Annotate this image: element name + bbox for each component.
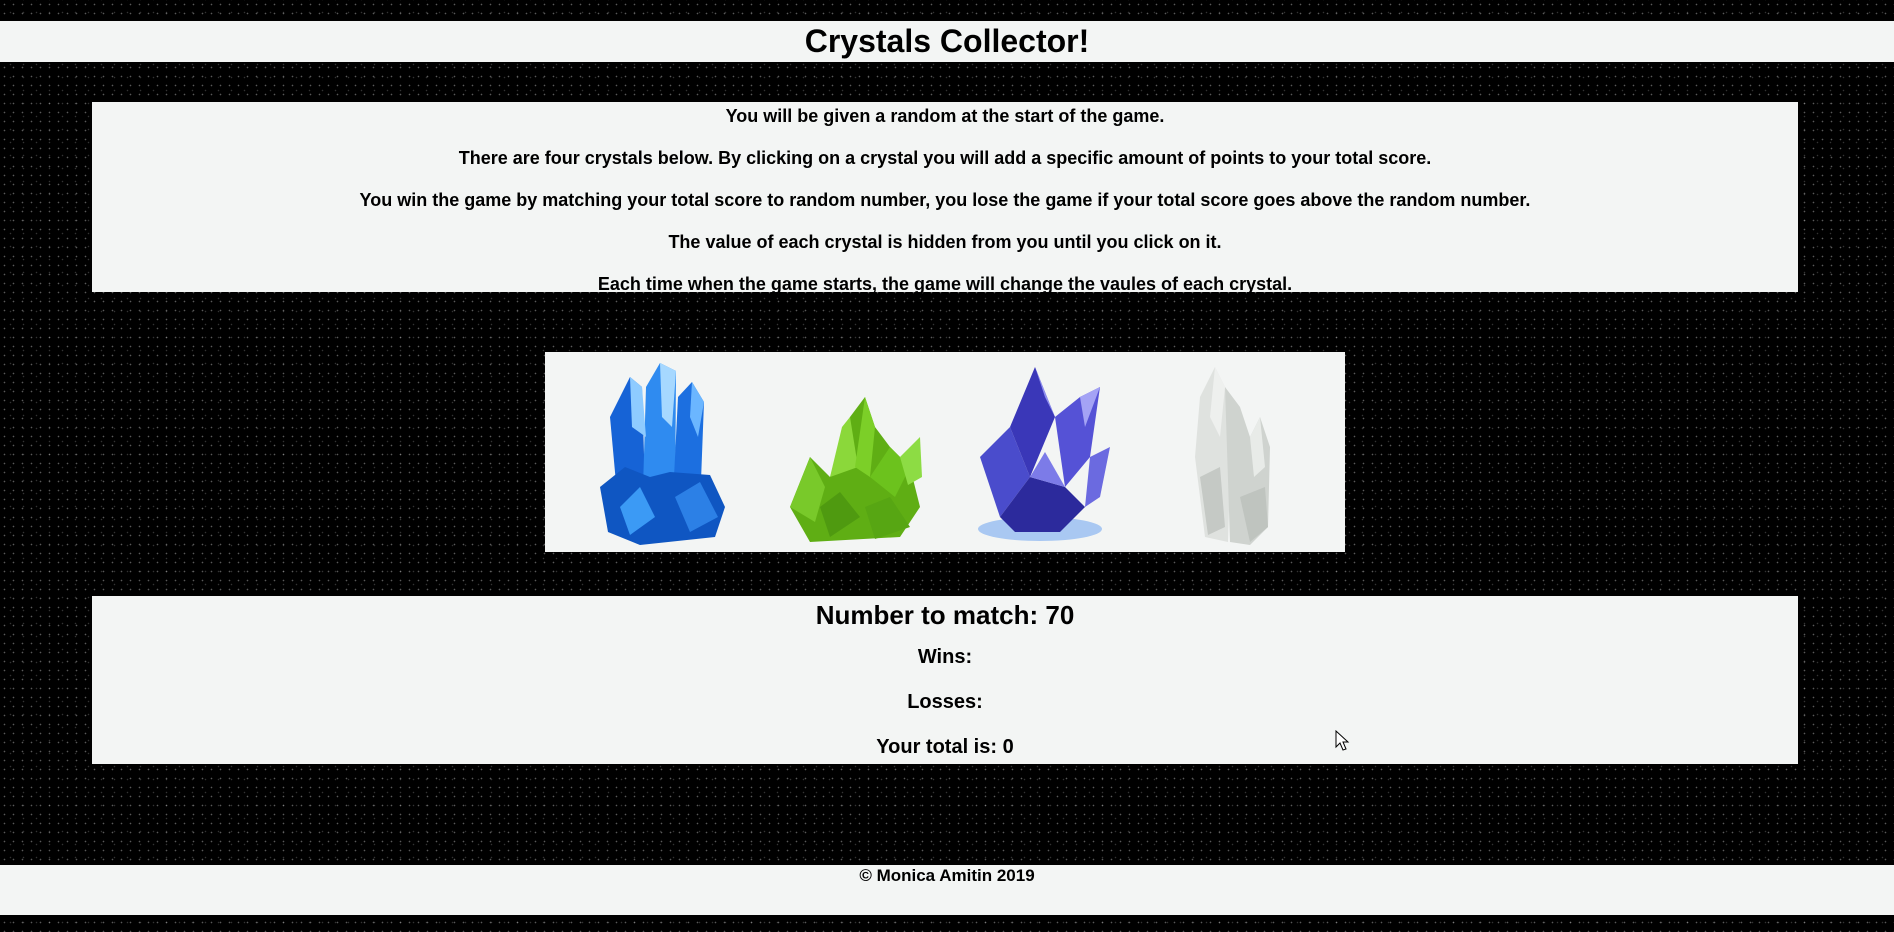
blue-crystal-icon (600, 363, 725, 545)
green-crystal-icon (790, 397, 922, 542)
losses-label: Losses: (907, 690, 983, 713)
purple-crystal-icon (978, 367, 1110, 541)
instruction-line: Each time when the game starts, the game… (597, 274, 1293, 294)
wins-label: Wins: (917, 645, 973, 668)
green-crystal-button[interactable] (770, 357, 930, 547)
crystals-panel (545, 352, 1345, 552)
mouse-cursor-icon (1335, 730, 1350, 751)
copyright-text: © Monica Amitin 2019 (859, 866, 1035, 885)
instructions-panel: You will be given a random at the start … (92, 102, 1798, 294)
blue-crystal-button[interactable] (580, 357, 740, 547)
instruction-line: There are four crystals below. By clicki… (458, 148, 1432, 168)
instruction-line: You win the game by matching your total … (359, 190, 1531, 210)
instruction-line: The value of each crystal is hidden from… (668, 232, 1222, 252)
footer-bar: © Monica Amitin 2019 (0, 865, 1894, 915)
purple-crystal-button[interactable] (960, 357, 1120, 547)
header-bar: Crystals Collector! (0, 21, 1894, 62)
total-score: Your total is: 0 (876, 735, 1014, 758)
instruction-line: You will be given a random at the start … (725, 106, 1165, 126)
scoreboard-panel: Number to match: 70 Wins: Losses: Your t… (92, 596, 1798, 764)
clear-crystal-button[interactable] (1150, 357, 1310, 547)
clear-crystal-icon (1195, 367, 1270, 545)
page-title: Crystals Collector! (804, 23, 1090, 59)
target-number: Number to match: 70 (815, 600, 1075, 630)
